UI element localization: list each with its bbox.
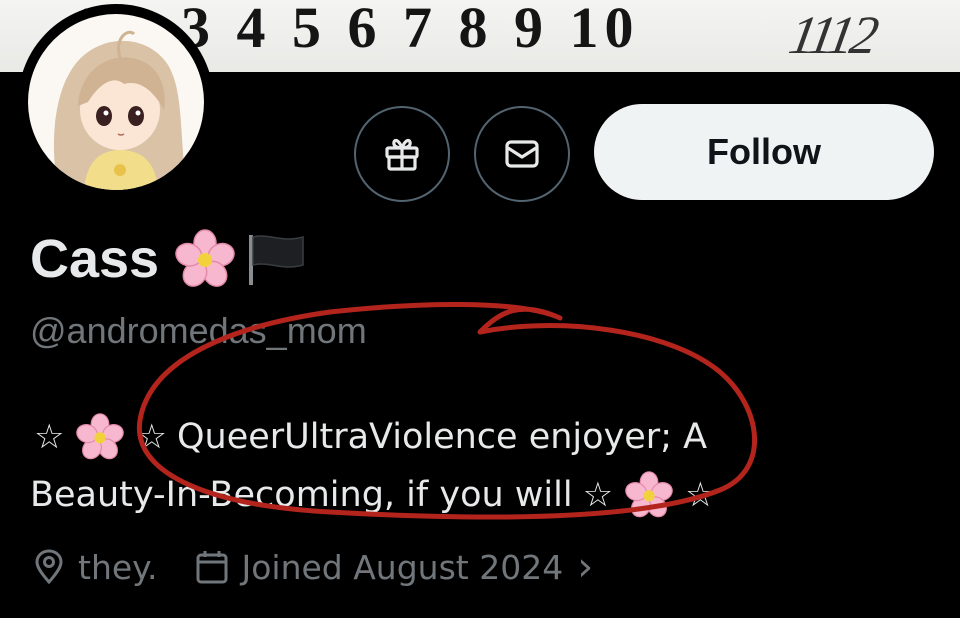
message-button[interactable] bbox=[474, 106, 570, 202]
banner-scrawl: 1112 bbox=[784, 5, 880, 65]
pronouns-text: they. bbox=[78, 547, 158, 587]
profile-bio: ☆ ☆ QueerUltraViolence enjoyer; A Beauty… bbox=[30, 408, 930, 524]
cherry-blossom-icon bbox=[76, 413, 125, 460]
display-name-row: Cass bbox=[30, 226, 307, 292]
cherry-blossom-icon bbox=[175, 229, 235, 287]
avatar-illustration bbox=[28, 14, 204, 190]
joined-chevron-icon[interactable]: › bbox=[577, 547, 593, 587]
gift-icon bbox=[385, 138, 419, 171]
bio-line-1: ☆ ☆ QueerUltraViolence enjoyer; A bbox=[30, 408, 930, 466]
calendar-icon bbox=[196, 551, 228, 584]
bio-line-2: Beauty-In-Becoming, if you will ☆ ☆ bbox=[30, 466, 930, 524]
location-pin-icon bbox=[35, 549, 63, 585]
star-glyph: ☆ bbox=[582, 475, 614, 515]
gift-button[interactable] bbox=[354, 106, 450, 202]
joined-date: Joined August 2024 bbox=[241, 547, 564, 587]
star-glyph: ☆ bbox=[136, 417, 167, 457]
follow-button[interactable]: Follow bbox=[594, 104, 934, 200]
profile-meta: they. Joined August 2024 › bbox=[30, 542, 593, 592]
envelope-icon bbox=[505, 140, 539, 168]
avatar[interactable] bbox=[18, 4, 214, 200]
bio-text-line-1: QueerUltraViolence enjoyer; A bbox=[176, 417, 708, 457]
bio-text-line-2: Beauty-In-Becoming, if you will bbox=[30, 475, 573, 515]
display-name: Cass bbox=[30, 229, 160, 289]
star-glyph: ☆ bbox=[34, 417, 65, 457]
cherry-blossom-icon bbox=[625, 471, 673, 518]
black-flag-icon bbox=[249, 235, 304, 285]
star-glyph: ☆ bbox=[685, 475, 716, 515]
user-handle: @andromedas_mom bbox=[30, 310, 367, 351]
